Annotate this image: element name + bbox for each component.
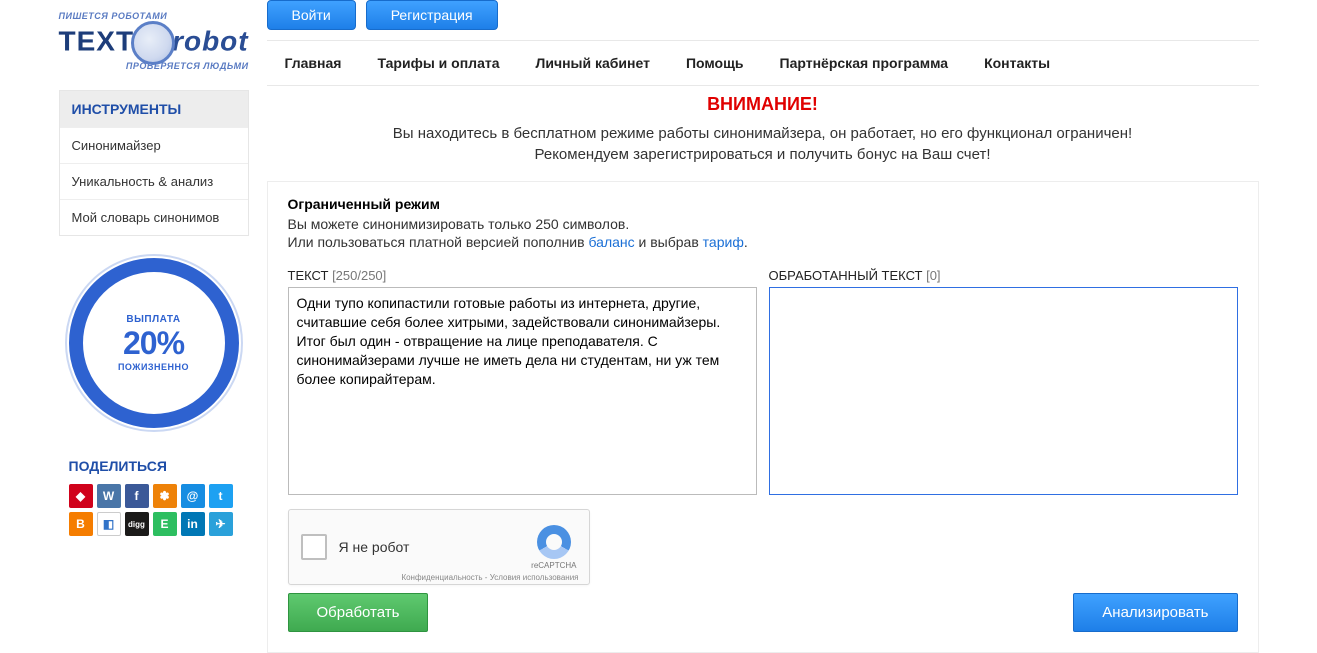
result-counter: [0] [926,268,940,283]
logo-top-sub: ПИШЕТСЯ РОБОТАМИ [59,11,249,21]
sidebar-item-dictionary[interactable]: Мой словарь синонимов [60,199,248,235]
mode-line-2: Или пользоваться платной версией пополни… [288,234,1238,250]
attention-line-1: Вы находитесь в бесплатном режиме работы… [267,125,1259,142]
sidebar-header: ИНСТРУМЕНТЫ [60,91,248,127]
result-label: ОБРАБОТАННЫЙ ТЕКСТ [0] [769,268,1238,283]
sidebar-item-uniqueness[interactable]: Уникальность & анализ [60,163,248,199]
analyze-button[interactable]: Анализировать [1073,593,1237,632]
nav-account[interactable]: Личный кабинет [518,41,668,85]
nav-contacts[interactable]: Контакты [966,41,1068,85]
share-facebook-icon[interactable]: f [125,484,149,508]
result-textarea[interactable] [769,287,1238,495]
nav-pricing[interactable]: Тарифы и оплата [359,41,517,85]
source-counter: [250/250] [332,268,386,283]
login-button[interactable]: Войти [267,0,356,30]
share-header: ПОДЕЛИТЬСЯ [69,458,249,474]
affiliate-badge[interactable]: ВЫПЛАТА 20% ПОЖИЗНЕННО [69,258,239,428]
mode-title: Ограниченный режим [288,196,1238,212]
attention-title: ВНИМАНИЕ! [267,94,1259,115]
tariff-link[interactable]: тариф [703,234,744,250]
share-vk-icon[interactable]: W [97,484,121,508]
main-panel: Ограниченный режим Вы можете синонимизир… [267,181,1259,653]
logo-text-2: robot [172,25,249,56]
mode-line-1: Вы можете синонимизировать только 250 си… [288,216,1238,232]
recaptcha-logo-icon [537,525,571,559]
sidebar-item-synonymizer[interactable]: Синонимайзер [60,127,248,163]
share-delicious-icon[interactable]: ◧ [97,512,121,536]
recaptcha-widget: Я не робот reCAPTCHA Конфиденциальность … [288,509,590,585]
nav-affiliate[interactable]: Партнёрская программа [762,41,967,85]
share-linkedin-icon[interactable]: in [181,512,205,536]
nav-home[interactable]: Главная [267,41,360,85]
brain-icon [131,21,175,65]
recaptcha-checkbox[interactable] [301,534,327,560]
attention-block: ВНИМАНИЕ! Вы находитесь в бесплатном реж… [267,94,1259,163]
process-button[interactable]: Обработать [288,593,429,632]
share-twitter-icon[interactable]: t [209,484,233,508]
share-digg-icon[interactable]: digg [125,512,149,536]
nav-help[interactable]: Помощь [668,41,762,85]
share-mailru-icon[interactable]: @ [181,484,205,508]
share-bookmark-icon[interactable]: ◆ [69,484,93,508]
logo-text-1: TEXT [59,25,135,56]
badge-bot-text: ПОЖИЗНЕННО [118,362,189,372]
share-ok-icon[interactable]: ✽ [153,484,177,508]
share-evernote-icon[interactable]: E [153,512,177,536]
recaptcha-brand: reCAPTCHA [531,561,576,570]
register-button[interactable]: Регистрация [366,0,498,30]
recaptcha-terms[interactable]: Конфиденциальность - Условия использован… [401,573,578,582]
share-telegram-icon[interactable]: ✈ [209,512,233,536]
attention-line-2: Рекомендуем зарегистрироваться и получит… [267,146,1259,163]
share-grid: ◆Wf✽@t B◧diggEin✈ [59,484,249,536]
badge-percent: 20% [123,325,184,362]
balance-link[interactable]: баланс [588,234,634,250]
badge-top-text: ВЫПЛАТА [126,314,180,325]
share-blogger-icon[interactable]: B [69,512,93,536]
recaptcha-label: Я не робот [339,539,532,555]
main-nav: Главная Тарифы и оплата Личный кабинет П… [267,40,1259,86]
source-textarea[interactable] [288,287,757,495]
source-label: ТЕКСТ [250/250] [288,268,757,283]
tools-sidebar: ИНСТРУМЕНТЫ Синонимайзер Уникальность & … [59,90,249,236]
